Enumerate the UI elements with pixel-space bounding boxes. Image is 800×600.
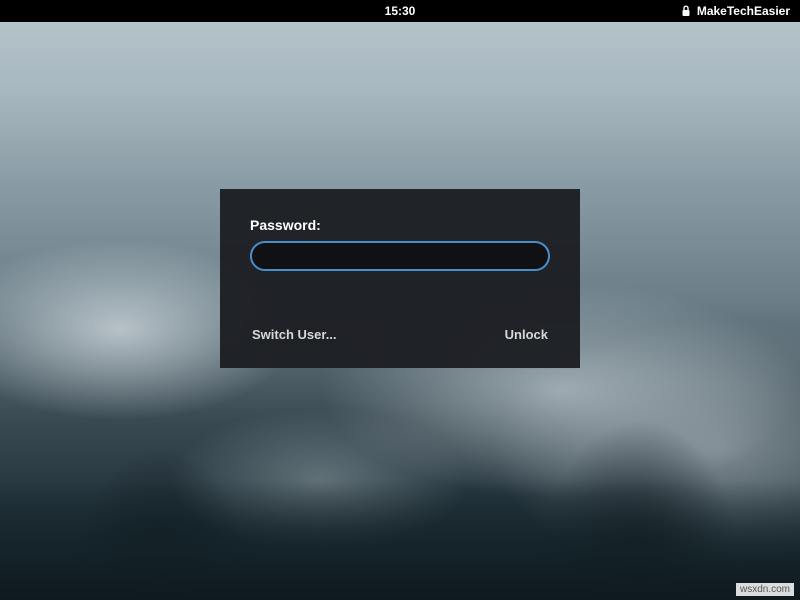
top-bar: 15:30 MakeTechEasier (0, 0, 800, 22)
unlock-button[interactable]: Unlock (503, 323, 550, 346)
lock-icon (681, 5, 691, 17)
username-label: MakeTechEasier (697, 4, 790, 18)
login-panel: Password: Switch User... Unlock (220, 189, 580, 368)
switch-user-button[interactable]: Switch User... (250, 323, 339, 346)
clock: 15:30 (385, 4, 416, 18)
password-input[interactable] (250, 241, 550, 271)
button-row: Switch User... Unlock (250, 323, 550, 346)
password-label: Password: (250, 217, 550, 233)
watermark: wsxdn.com (736, 583, 794, 596)
top-bar-user-area: MakeTechEasier (681, 4, 790, 18)
